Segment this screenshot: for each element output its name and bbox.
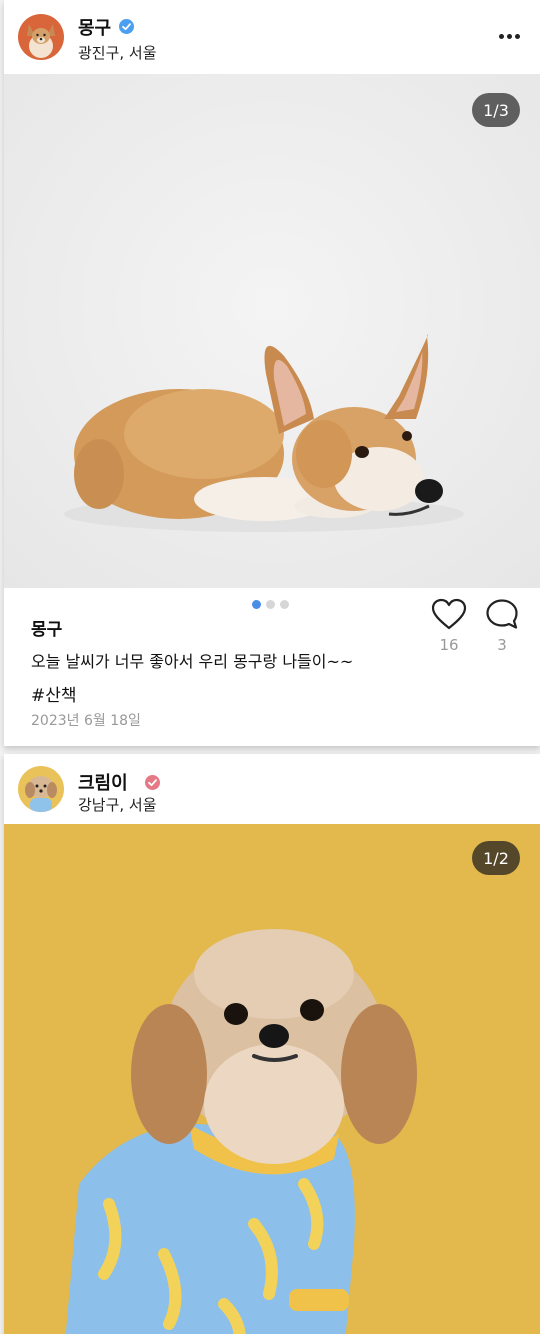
post-card: 몽구 광진구, 서울 1/3 몽구 오늘 날씨가 너무 좋아서 우리 몽구랑 나… [4, 0, 540, 746]
verified-badge-icon [145, 775, 160, 790]
post-image[interactable]: 1/2 [4, 824, 540, 1334]
heart-icon[interactable] [431, 598, 467, 630]
more-icon[interactable] [496, 26, 522, 46]
image-counter: 1/3 [472, 93, 520, 127]
carousel-dot[interactable] [280, 600, 289, 609]
location[interactable]: 강남구, 서울 [78, 794, 157, 815]
carousel-dot[interactable] [266, 600, 275, 609]
caption-text: 오늘 날씨가 너무 좋아서 우리 몽구랑 나들이~~ [31, 652, 354, 671]
post-header: 몽구 광진구, 서울 [4, 0, 540, 74]
username[interactable]: 크림이 [78, 769, 128, 795]
username[interactable]: 몽구 [78, 14, 111, 40]
post-header: 크림이 강남구, 서울 [4, 754, 540, 824]
location[interactable]: 광진구, 서울 [78, 42, 157, 63]
carousel-indicator [252, 600, 289, 609]
carousel-dot[interactable] [252, 600, 261, 609]
post-date: 2023년 6월 18일 [31, 713, 141, 729]
post-card: 크림이 강남구, 서울 1/2 [4, 754, 540, 1334]
like-button[interactable]: 16 [429, 598, 469, 654]
post-image[interactable]: 1/3 [4, 74, 540, 588]
hashtag[interactable]: #산책 [31, 681, 77, 706]
comment-count: 3 [497, 636, 507, 654]
comment-icon[interactable] [485, 598, 519, 630]
comment-button[interactable]: 3 [482, 598, 522, 654]
caption-username[interactable]: 몽구 [31, 615, 62, 640]
avatar[interactable] [18, 14, 64, 60]
image-counter: 1/2 [472, 841, 520, 875]
like-count: 16 [439, 636, 459, 654]
verified-badge-icon [119, 19, 134, 34]
avatar[interactable] [18, 766, 64, 812]
feed: 몽구 광진구, 서울 1/3 몽구 오늘 날씨가 너무 좋아서 우리 몽구랑 나… [0, 0, 540, 1334]
